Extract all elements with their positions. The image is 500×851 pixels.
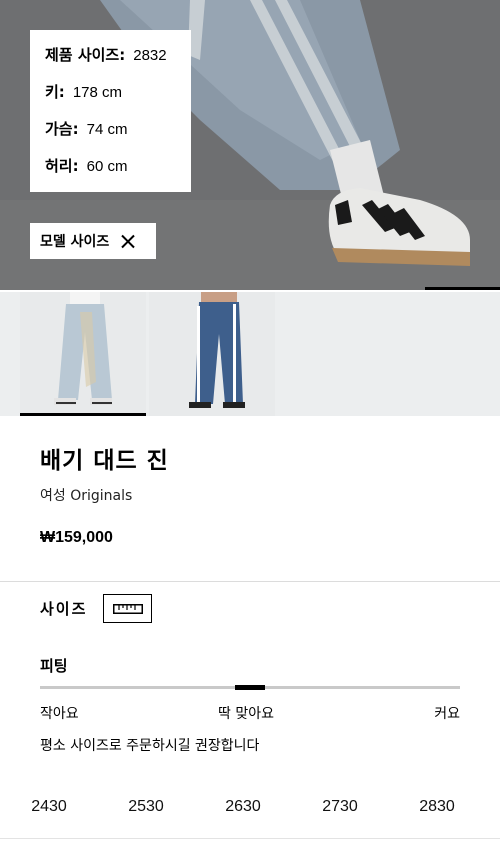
fit-label: 피팅 [40,657,68,675]
size-options: 2430 2530 2630 2730 2830 [0,783,500,831]
thumbnail-1[interactable] [20,292,146,416]
model-info-key: 허리: [45,157,79,175]
size-option[interactable]: 2430 [1,783,97,831]
size-guide-button[interactable] [103,594,152,623]
model-info-value: 74 cm [86,121,128,138]
close-icon[interactable] [121,234,135,248]
thumbnail-photo [20,292,146,416]
size-option[interactable]: 2830 [389,783,485,831]
product-category: 여성 Originals [40,488,133,504]
model-info-card: 제품 사이즈: 2832 키: 178 cm 가슴: 74 cm 허리: 60 … [30,30,191,192]
thumbnail-active-indicator [20,413,146,416]
model-info-value: 178 cm [72,84,123,101]
divider [0,838,500,839]
fit-scale-high-label: 커요 [434,706,460,722]
model-info-key: 키: [45,83,65,101]
fit-recommendation: 평소 사이즈로 주문하시길 권장합니다 [40,738,260,754]
model-size-toggle-label: 모델 사이즈 [40,234,110,250]
model-info-key: 가슴: [45,120,79,138]
divider [0,581,500,582]
ruler-icon [112,603,143,614]
model-info-value: 60 cm [86,158,128,175]
model-info-row: 허리: 60 cm [45,155,191,192]
model-info-row: 키: 178 cm [45,81,191,118]
size-section-label: 사이즈 [40,600,88,618]
size-option[interactable]: 2730 [292,783,388,831]
size-option[interactable]: 2530 [98,783,194,831]
model-info-value: 2832 [133,47,167,64]
model-info-key: 제품 사이즈: [45,46,126,64]
model-info-row: 가슴: 74 cm [45,118,191,155]
model-size-toggle-button[interactable]: 모델 사이즈 [30,223,156,259]
thumbnail-strip [0,292,500,416]
fit-scale-mid-label: 딱 맞아요 [218,706,274,722]
gallery-progress-indicator [425,287,500,290]
fit-scale-marker [235,685,265,690]
model-info-row: 제품 사이즈: 2832 [45,44,191,81]
size-option[interactable]: 2630 [195,783,291,831]
thumbnail-photo [149,292,275,416]
fit-scale-low-label: 작아요 [40,706,79,722]
fit-scale-track [40,685,460,690]
thumbnail-2[interactable] [149,292,275,416]
product-price: ₩159,000 [40,529,113,546]
product-title: 배기 대드 진 [40,448,169,474]
